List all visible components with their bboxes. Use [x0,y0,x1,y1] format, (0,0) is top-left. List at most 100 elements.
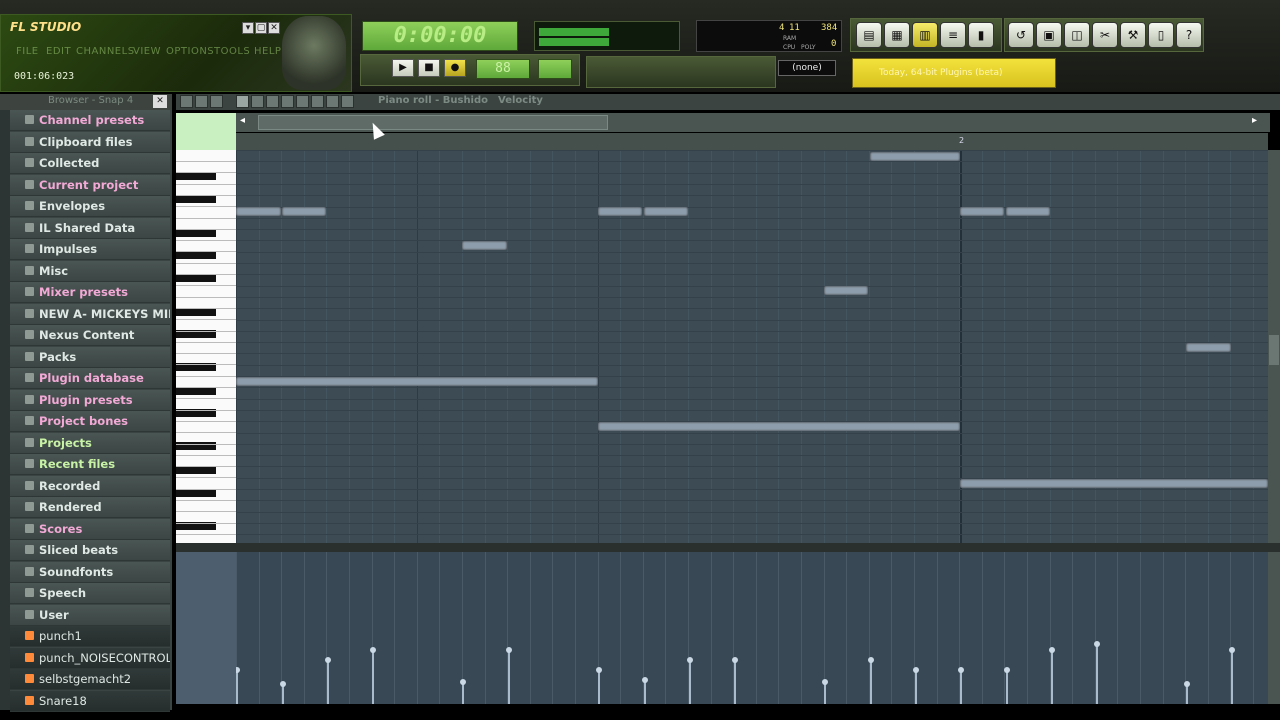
note[interactable] [598,422,960,431]
velocity-bar[interactable] [960,670,962,704]
black-key[interactable] [176,251,216,259]
pr-zoom-icon[interactable] [195,95,208,108]
browser-item[interactable]: Collected [10,153,170,174]
tempo-lcd[interactable]: 88 [476,59,530,79]
browser-item[interactable]: Packs [10,346,170,368]
browser-item[interactable]: selbstgemacht2 [10,669,170,690]
black-key[interactable] [176,195,216,203]
note[interactable] [282,207,326,216]
piano-roll-icon[interactable]: ▥ [912,22,938,48]
horizontal-scroll-thumb[interactable] [258,115,608,130]
velocity-handle[interactable] [822,679,828,685]
velocity-bar[interactable] [824,682,826,704]
velocity-handle[interactable] [460,679,466,685]
cut-icon[interactable]: ✂ [1092,22,1118,48]
browser-item[interactable]: Impulses [10,239,170,260]
black-key[interactable] [176,466,216,474]
browser-item[interactable]: Speech [10,583,170,604]
menu-options[interactable]: OPTIONS [166,46,214,62]
velocity-handle[interactable] [370,647,376,653]
velocity-handle[interactable] [642,677,648,683]
note[interactable] [960,479,1268,488]
velocity-bar[interactable] [644,680,646,704]
velocity-handle[interactable] [732,657,738,663]
browser-item[interactable]: Recent files [10,454,170,475]
note[interactable] [960,207,1004,216]
mixer-icon[interactable]: ▮ [968,22,994,48]
velocity-handle[interactable] [687,657,693,663]
browser-item[interactable]: Soundfonts [10,561,170,583]
pr-draw-icon[interactable] [236,95,249,108]
menu-help[interactable]: HELP [254,46,281,62]
velocity-handle[interactable] [506,647,512,653]
velocity-handle[interactable] [236,667,240,673]
notes-icon[interactable]: ▯ [1148,22,1174,48]
black-key[interactable] [176,308,216,316]
event-target-select[interactable]: Velocity [498,95,543,106]
note[interactable] [1006,207,1050,216]
velocity-bar[interactable] [462,682,464,704]
velocity-handle[interactable] [868,657,874,663]
timeline-ruler[interactable] [236,133,1268,150]
velocity-handle[interactable] [958,667,964,673]
browser-item[interactable]: Projects [10,432,170,454]
velocity-bar[interactable] [915,670,917,704]
browser-item[interactable]: NEW A- MICKEYS MIDI ... [10,303,170,325]
note[interactable] [1186,343,1231,352]
velocity-bar[interactable] [508,650,510,704]
playlist-icon[interactable]: ▤ [856,22,882,48]
browser-icon[interactable]: ≡ [940,22,966,48]
song-time-lcd[interactable]: 0:00:00 [362,21,518,51]
vertical-scroll-thumb[interactable] [1269,335,1279,365]
velocity-handle[interactable] [1094,641,1100,647]
velocity-bar[interactable] [327,660,329,704]
pattern-select[interactable]: (none) [778,60,836,76]
browser-item[interactable]: punch1 [10,626,170,647]
news-hint-bar[interactable]: Today, 64-bit Plugins (beta) [852,58,1056,88]
velocity-bar[interactable] [282,684,284,704]
browser-item[interactable]: Rendered [10,497,170,518]
note[interactable] [236,377,598,386]
velocity-bar[interactable] [372,650,374,704]
velocity-bar[interactable] [598,670,600,704]
piano-keyboard[interactable] [176,150,236,543]
undo-icon[interactable]: ↺ [1008,22,1034,48]
note[interactable] [462,241,507,250]
black-key[interactable] [176,489,216,497]
velocity-bar[interactable] [1231,650,1233,704]
stop-button[interactable]: ■ [418,59,440,77]
velocity-bar[interactable] [1006,670,1008,704]
velocity-bar[interactable] [689,660,691,704]
browser-item[interactable]: Clipboard files [10,131,170,153]
maximize-button[interactable]: ▢ [255,22,267,34]
master-meter[interactable] [534,21,680,51]
scroll-left-icon[interactable]: ◂ [240,115,254,130]
browser-item[interactable]: Project bones [10,411,170,432]
browser-item[interactable]: Plugin presets [10,389,170,411]
pr-magnet-icon[interactable] [210,95,223,108]
browser-item[interactable]: Misc [10,260,170,282]
help-icon[interactable]: ? [1176,22,1202,48]
pr-select-icon[interactable] [311,95,324,108]
velocity-handle[interactable] [1004,667,1010,673]
step-sequencer-icon[interactable]: ▦ [884,22,910,48]
black-key[interactable] [176,387,216,395]
black-key[interactable] [176,172,216,180]
black-key[interactable] [176,229,216,237]
menu-file[interactable]: FILE [16,46,39,62]
render-icon[interactable]: ◫ [1064,22,1090,48]
note[interactable] [824,286,868,295]
browser-item[interactable]: Plugin database [10,368,170,389]
pattern-lcd[interactable] [538,59,572,79]
browser-item[interactable]: Snare18 [10,690,170,712]
pr-mute-icon[interactable] [281,95,294,108]
browser-item[interactable]: Channel presets [10,110,170,131]
note[interactable] [644,207,688,216]
panel-divider[interactable] [176,543,1280,552]
velocity-handle[interactable] [325,657,331,663]
note-grid[interactable] [236,150,1268,543]
browser-item[interactable]: User [10,604,170,626]
tools-icon[interactable]: ⚒ [1120,22,1146,48]
browser-item[interactable]: Sliced beats [10,540,170,561]
close-button[interactable]: ✕ [268,22,280,34]
